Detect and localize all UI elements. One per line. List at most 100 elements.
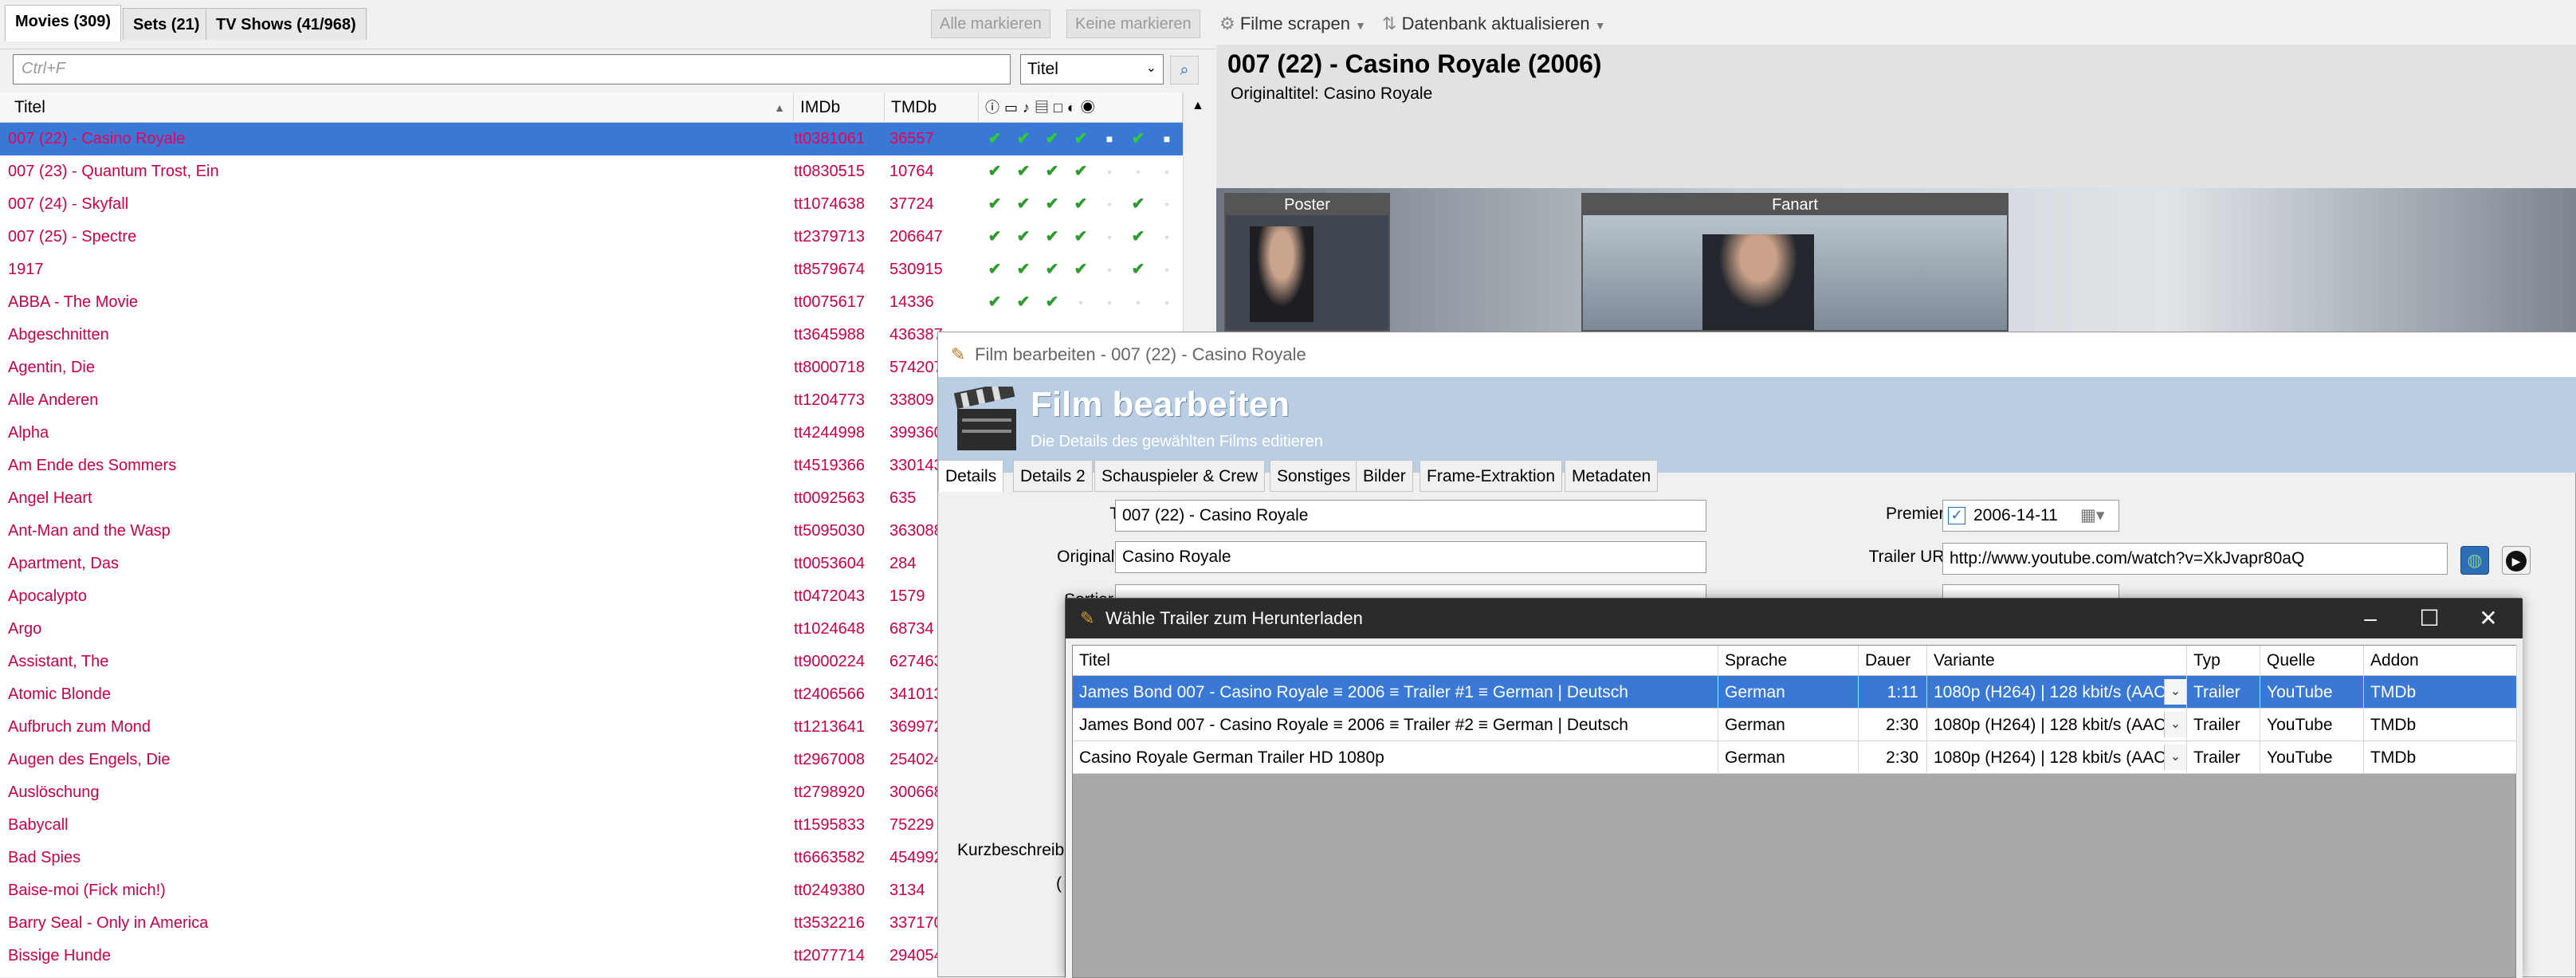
check-icon: ✔ [1016,293,1031,311]
chevron-down-icon: ▼ [1594,19,1606,32]
scrape-button[interactable]: ⚙ Filme scrapen ▼ [1219,10,1366,38]
col-tmdb[interactable]: TMDb [885,92,979,123]
list-item[interactable]: 007 (23) - Quantum Trost, Ein tt0830515 … [0,155,1196,188]
col-header[interactable]: Dauer [1859,646,1927,676]
edit-tab[interactable]: Sonstiges [1270,460,1358,492]
edit-tab[interactable]: Details [938,460,1004,492]
col-header[interactable]: Quelle [2260,646,2364,676]
filter-select[interactable]: Titel ⌄ [1020,54,1164,84]
detail-title: 007 (22) - Casino Royale (2006) [1227,49,1602,78]
edit-window-titlebar[interactable]: ✎ Film bearbeiten - 007 (22) - Casino Ro… [938,332,2576,377]
col-header[interactable]: Variante [1927,646,2187,676]
globe-icon[interactable]: ◍ [2460,546,2489,575]
movie-tmdb: 369972 [889,718,943,736]
banner-title: Film bearbeiten [1031,385,1290,424]
play-icon[interactable]: ▶ [2502,546,2531,575]
tab-tvshows[interactable]: TV Shows (41/968) [206,8,367,40]
cell-addon: TMDb [2364,709,2517,741]
check-icon: ✔ [1045,195,1059,213]
col-header[interactable]: Sprache [1718,646,1859,676]
premiere-checkbox[interactable]: ✓ [1948,507,1965,524]
fanart-image[interactable]: Fanart [1581,193,2009,332]
table-row[interactable]: James Bond 007 - Casino Royale ≡ 2006 ≡ … [1073,676,2517,709]
movie-imdb: tt2077714 [794,947,865,964]
chevron-down-icon[interactable]: ⌄ [2164,679,2186,705]
cell-variante[interactable]: 1080p (H264) | 128 kbit/s (AAC) | .mkv⌄ [1927,676,2187,709]
col-imdb[interactable]: IMDb [794,92,885,123]
table-row[interactable]: James Bond 007 - Casino Royale ≡ 2006 ≡ … [1073,709,2517,741]
fanart-label: Fanart [1583,194,2007,215]
list-item[interactable]: 007 (25) - Spectre tt2379713 206647 ✔ ✔ ✔ ✔ ◦… [0,221,1196,253]
cell-dauer-text: 2:30 [1886,748,1918,767]
mark-none-button[interactable]: Keine markieren [1066,10,1200,38]
movie-title: Apocalypto [8,587,87,605]
movie-imdb: tt1024648 [794,620,865,638]
scroll-up-icon[interactable]: ▲ [1192,99,1204,113]
col-header[interactable]: Titel [1073,646,1718,676]
movie-imdb: tt2967008 [794,751,865,768]
col-header[interactable]: Addon [2364,646,2517,676]
empty-icon: ◦ [1136,296,1141,308]
update-db-button[interactable]: ⇅ Datenbank aktualisieren ▼ [1382,10,1606,38]
check-icon: ✔ [1016,130,1031,147]
tab-movies[interactable]: Movies (309) [5,5,122,41]
movie-title: Angel Heart [8,489,92,507]
movie-tmdb: 399360 [889,424,943,442]
chevron-down-icon[interactable]: ⌄ [2164,712,2186,737]
table-row[interactable]: Casino Royale German Trailer HD 1080p Ger… [1073,741,2517,774]
movie-tmdb: 284 [889,555,917,572]
movie-title: Agentin, Die [8,359,95,376]
edit-tab[interactable]: Metadaten [1565,460,1659,492]
close-icon[interactable]: ✕ [2452,599,2524,638]
empty-icon: ◦ [1164,296,1169,308]
tab-sets[interactable]: Sets (21) [123,8,210,40]
list-item[interactable]: 007 (22) - Casino Royale tt0381061 36557… [0,123,1196,155]
cell-titel-text: Casino Royale German Trailer HD 1080p [1079,748,1384,767]
screen-icon: ▭ [1004,100,1023,116]
movie-title: 007 (23) - Quantum Trost, Ein [8,163,219,180]
cell-variante[interactable]: 1080p (H264) | 128 kbit/s (AAC) | .mkv⌄ [1927,709,2187,741]
check-icon: ✔ [1016,228,1031,245]
chevron-down-icon[interactable]: ⌄ [2164,744,2186,770]
movie-tmdb: 341013 [889,685,943,703]
edit-tab[interactable]: Frame-Extraktion [1420,460,1563,492]
empty-icon: ◦ [1078,296,1083,308]
clapperboard-icon [953,381,1019,454]
check-icon: ✔ [1045,163,1059,180]
movie-title: Abgeschnitten [8,326,109,344]
premiere-date-picker[interactable]: ✓ 2006-14-11 ▦▾ [1942,500,2119,532]
movie-title: 1917 [8,261,44,278]
cell-typ: Trailer [2187,709,2260,741]
chevron-down-icon: ⌄ [1145,61,1156,75]
original-title-field[interactable]: Casino Royale [1115,541,1706,573]
trailer-url-field[interactable]: http://www.youtube.com/watch?v=XkJvapr80… [1942,543,2448,575]
poster-image[interactable]: Poster [1224,193,1390,332]
col-header[interactable]: Typ [2187,646,2260,676]
search-input[interactable]: Ctrl+F [13,54,1011,84]
dialog-titlebar[interactable]: ✎ Wähle Trailer zum Herunterladen – ☐ ✕ [1066,599,2523,638]
list-item[interactable]: 007 (24) - Skyfall tt1074638 37724 ✔ ✔ ✔ ✔ ◦ ✔… [0,188,1196,221]
edit-tab[interactable]: Schauspieler & Crew [1094,460,1266,492]
list-item[interactable]: 1917 tt8579674 530915 ✔ ✔ ✔ ✔ ◦ ✔ ◦ [0,253,1196,286]
empty-icon: ◦ [1164,263,1169,276]
sort-asc-icon: ▲ [774,101,785,114]
search-icon[interactable]: ⌕ [1170,56,1199,84]
cell-titel: Casino Royale German Trailer HD 1080p [1073,741,1718,774]
scrape-label: Filme scrapen [1239,14,1351,33]
movie-title: Bad Spies [8,849,81,866]
movie-title: Baise-moi (Fick mich!) [8,882,166,899]
cell-variante[interactable]: 1080p (H264) | 128 kbit/s (AAC) | .mkv⌄ [1927,741,2187,774]
calendar-icon[interactable]: ▦▾ [2080,501,2104,531]
check-icon: ✔ [988,228,1002,245]
edit-tab[interactable]: Bilder [1356,460,1413,492]
edit-tab[interactable]: Details 2 [1013,460,1093,492]
title-field[interactable]: 007 (22) - Casino Royale [1115,500,1706,532]
col-title[interactable]: Titel ▲ [8,92,794,123]
list-item[interactable]: ABBA - The Movie tt0075617 14336 ✔ ✔ ✔ ◦ ◦ ◦ ◦ [0,286,1196,319]
mark-all-button[interactable]: Alle markieren [931,10,1050,38]
check-icon: ✔ [1016,261,1031,278]
edit-banner: Film bearbeiten Die Details des gewählte… [938,377,2576,473]
detail-original-title: Originaltitel: Casino Royale [1231,84,1433,103]
cell-addon-text: TMDb [2370,683,2417,701]
movie-imdb: tt0381061 [794,130,865,147]
